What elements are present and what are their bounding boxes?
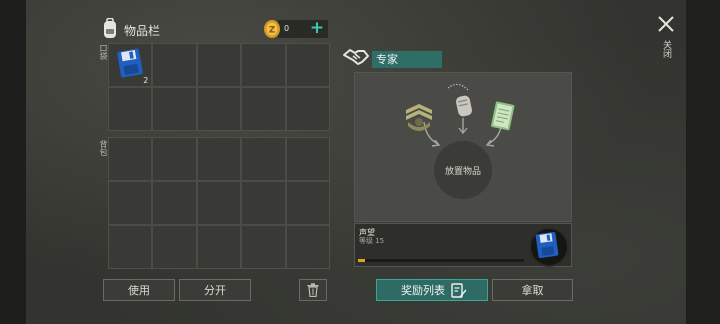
inventory-slot[interactable] (242, 44, 285, 86)
inventory-slot[interactable] (109, 138, 152, 180)
inventory-slot[interactable] (242, 182, 285, 224)
inventory-slot[interactable] (242, 88, 285, 130)
inventory-slot[interactable] (242, 138, 285, 180)
bag-grid (108, 137, 330, 269)
reputation-progress-fill (358, 259, 365, 262)
inventory-slot[interactable] (109, 226, 152, 268)
inventory-title: 物品栏 (124, 24, 161, 38)
inventory-slot[interactable] (286, 226, 329, 268)
inventory-slot[interactable] (153, 138, 196, 180)
left-edge (0, 0, 26, 324)
close-label[interactable]: 关闭 (660, 40, 673, 58)
inventory-slot[interactable] (197, 138, 241, 180)
inventory-slot[interactable] (153, 182, 196, 224)
coin-icon: Z (264, 20, 280, 38)
svg-text:Z: Z (269, 26, 276, 36)
use-button[interactable]: 使用 (103, 279, 175, 301)
edit-list-icon (451, 283, 467, 298)
coin-count: 0 (284, 24, 290, 33)
inventory-slot[interactable] (286, 182, 329, 224)
right-edge (686, 0, 720, 324)
inventory-slot[interactable] (242, 226, 285, 268)
trash-icon (307, 283, 319, 297)
inventory-slot[interactable] (153, 226, 196, 268)
inventory-slot[interactable] (286, 44, 329, 86)
pocket-grid: 2 (108, 43, 330, 131)
floppy-disk-icon (117, 48, 143, 78)
close-icon[interactable] (656, 14, 676, 34)
screen: 物品栏 Z 0 + 口袋 背包 2 使用 分开 专家 放置物品 声望 等级 15… (0, 0, 720, 324)
inventory-slot[interactable] (197, 226, 241, 268)
inventory-slot[interactable] (286, 88, 329, 130)
inventory-slot[interactable] (286, 138, 329, 180)
reward-list-label: 奖励列表 (401, 284, 445, 297)
inventory-header: 物品栏 Z 0 + (98, 18, 330, 42)
add-coins-button[interactable]: + (308, 18, 326, 38)
inventory-slot[interactable] (197, 88, 241, 130)
inventory-slot[interactable]: 2 (109, 44, 152, 86)
reputation-progress-bar (358, 259, 524, 262)
inventory-slot[interactable] (197, 182, 241, 224)
inventory-slot[interactable] (153, 44, 196, 86)
inventory-slot[interactable] (109, 182, 152, 224)
item-count: 2 (143, 76, 149, 85)
dog-tag-icon (447, 83, 472, 117)
backpack-icon (104, 18, 116, 38)
reward-list-button[interactable]: 奖励列表 (376, 279, 488, 301)
inventory-slot[interactable] (153, 88, 196, 130)
inventory-slot[interactable] (109, 88, 152, 130)
handshake-icon (343, 49, 369, 65)
expert-title: 专家 (372, 51, 442, 68)
inventory-slot[interactable] (197, 44, 241, 86)
split-button[interactable]: 分开 (179, 279, 251, 301)
trash-button[interactable] (299, 279, 327, 301)
drop-slot-label: 放置物品 (444, 167, 481, 177)
notebook-icon (491, 101, 515, 131)
floppy-disk-icon (535, 231, 559, 259)
rank-insignia-icon (406, 104, 432, 131)
take-button[interactable]: 拿取 (492, 279, 573, 301)
reputation-level: 等级 15 (359, 237, 385, 245)
